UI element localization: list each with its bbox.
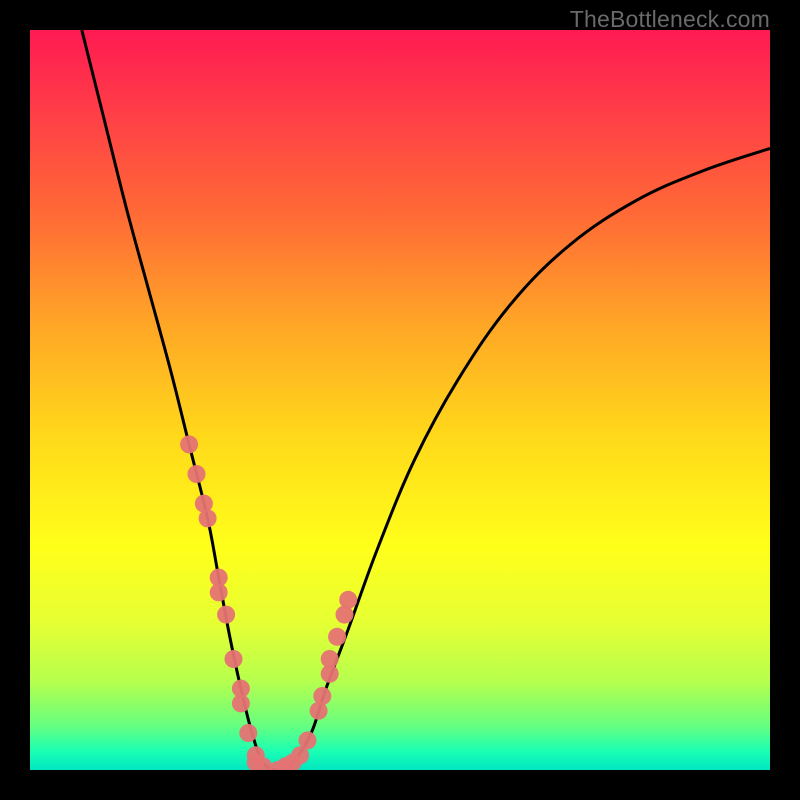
outer-frame: TheBottleneck.com	[0, 0, 800, 800]
data-point	[339, 591, 357, 609]
watermark-text: TheBottleneck.com	[570, 6, 770, 33]
data-point	[328, 628, 346, 646]
data-point	[239, 724, 257, 742]
data-point	[321, 650, 339, 668]
bottleneck-curve	[82, 30, 770, 770]
data-point	[180, 435, 198, 453]
data-point	[225, 650, 243, 668]
data-point	[232, 694, 250, 712]
chart-canvas	[30, 30, 770, 770]
plot-area	[30, 30, 770, 770]
data-points-group	[180, 435, 357, 770]
data-point	[210, 583, 228, 601]
data-point	[199, 509, 217, 527]
data-point	[217, 606, 235, 624]
data-point	[188, 465, 206, 483]
data-point	[299, 731, 317, 749]
data-point	[313, 687, 331, 705]
